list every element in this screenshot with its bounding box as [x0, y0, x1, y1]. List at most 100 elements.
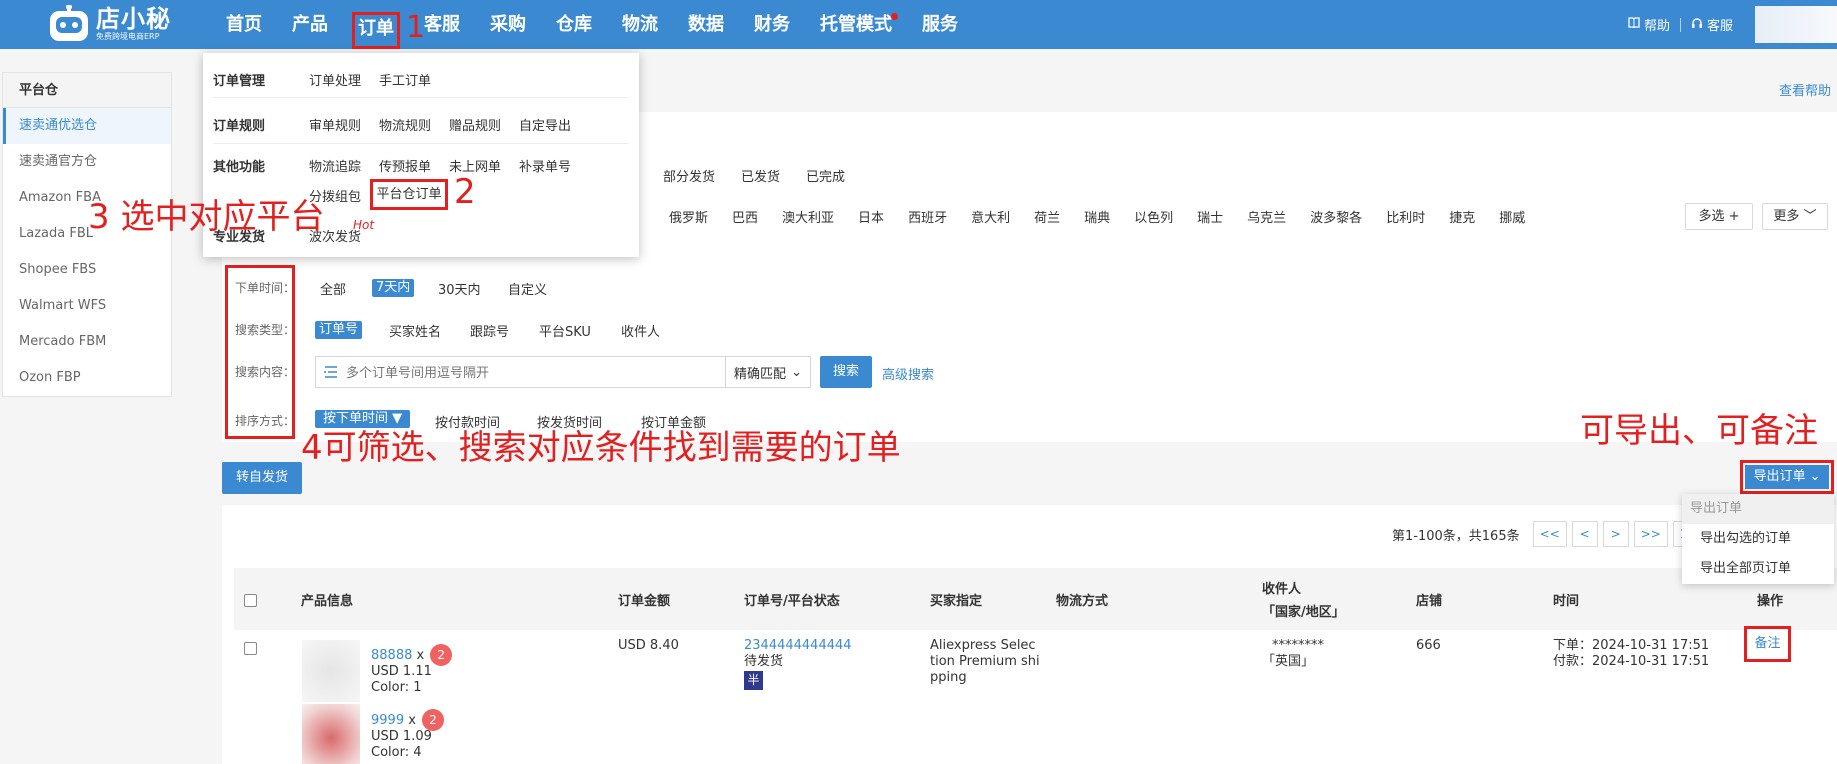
dd-category: 其他功能	[213, 160, 266, 175]
menu-item-review-rules[interactable]: 审单规则	[309, 115, 361, 134]
export-all-option[interactable]: 导出全部页订单	[1682, 554, 1834, 584]
chevron-down-icon: ⌄	[791, 364, 802, 380]
brand-slogan: 免费跨境电商ERP	[96, 32, 160, 41]
nav-logistics[interactable]: 物流	[622, 0, 658, 49]
menu-item-manual-order[interactable]: 手工订单	[379, 70, 431, 89]
nav-home[interactable]: 首页	[226, 0, 262, 49]
annotation-export-box: 导出订单 ⌄	[1740, 460, 1834, 494]
country-option[interactable]: 日本	[858, 207, 884, 226]
country-option[interactable]: 俄罗斯	[669, 207, 708, 226]
menu-item-custom-export[interactable]: 自定导出	[519, 115, 571, 134]
sidebar-item-mercado-fbm[interactable]: Mercado FBM	[3, 324, 171, 360]
note-button[interactable]: 备注	[1744, 626, 1791, 662]
nav-purchase[interactable]: 采购	[490, 0, 526, 49]
menu-item-tracking[interactable]: 物流追踪	[309, 156, 361, 175]
export-menu: 导出订单 导出勾选的订单 导出全部页订单	[1682, 494, 1834, 584]
th-country: 「国家/地区」	[1262, 605, 1345, 620]
sidebar-item-shopee-fbs[interactable]: Shopee FBS	[3, 252, 171, 288]
product-sku-link[interactable]: 88888	[371, 648, 412, 663]
nav-product[interactable]: 产品	[292, 0, 328, 49]
country-option[interactable]: 荷兰	[1034, 207, 1060, 226]
annotation-step-2: 2	[454, 172, 476, 212]
user-avatar[interactable]	[1755, 6, 1837, 43]
search-type-recipient[interactable]: 收件人	[621, 321, 660, 340]
select-all-checkbox[interactable]	[244, 594, 257, 607]
order-time-30days[interactable]: 30天内	[438, 279, 481, 298]
country-option[interactable]: 澳大利亚	[782, 207, 834, 226]
country-option[interactable]: 巴西	[732, 207, 758, 226]
product-sku-link[interactable]: 9999	[371, 713, 404, 728]
buyer-specified-shipping: Aliexpress Selection Premium shipping	[930, 638, 1040, 685]
next-page-button[interactable]: >	[1602, 521, 1629, 547]
country-option[interactable]: 瑞典	[1084, 207, 1110, 226]
th-order-no: 订单号/平台状态	[744, 594, 840, 609]
prev-page-button[interactable]: <	[1571, 521, 1598, 547]
menu-item-pre-report[interactable]: 传预报单	[379, 156, 431, 175]
menu-item-gift-rules[interactable]: 赠品规则	[449, 115, 501, 134]
country-option[interactable]: 瑞士	[1197, 207, 1223, 226]
menu-item-supplement-no[interactable]: 补录单号	[519, 156, 571, 175]
order-time-all[interactable]: 全部	[320, 279, 346, 298]
recipient-name: ********	[1272, 638, 1324, 653]
match-mode-select[interactable]: 精确匹配 ⌄	[725, 357, 810, 387]
nav-data[interactable]: 数据	[688, 0, 724, 49]
export-orders-button[interactable]: 导出订单 ⌄	[1745, 465, 1829, 489]
logo[interactable]: 店小秘 免费跨境电商ERP	[46, 4, 171, 44]
sidebar-item-walmart-wfs[interactable]: Walmart WFS	[3, 288, 171, 324]
nav-services[interactable]: 服务	[922, 0, 958, 49]
search-button[interactable]: 搜索	[820, 356, 872, 388]
sidebar-item-ozon-fbp[interactable]: Ozon FBP	[3, 360, 171, 396]
country-option[interactable]: 挪威	[1499, 207, 1525, 226]
help-button[interactable]: 帮助	[1618, 15, 1680, 34]
view-help-link[interactable]: 查看帮助	[1779, 80, 1831, 99]
menu-item-logistics-rules[interactable]: 物流规则	[379, 115, 431, 134]
search-type-tracking[interactable]: 跟踪号	[470, 321, 509, 340]
chevron-down-icon: ﹀	[1803, 209, 1817, 224]
country-option[interactable]: 波多黎各	[1310, 207, 1362, 226]
product-thumbnail[interactable]	[302, 640, 360, 702]
order-time-7days[interactable]: 7天内	[372, 279, 415, 297]
sidebar-item-aliexpress-official[interactable]: 速卖通官方仓	[3, 144, 171, 180]
product-thumbnail[interactable]	[302, 704, 360, 764]
export-menu-header: 导出订单	[1682, 494, 1834, 524]
country-option[interactable]: 以色列	[1134, 207, 1173, 226]
order-number-link[interactable]: 2344444444444	[744, 638, 852, 654]
product-line: 88888 x2	[371, 644, 453, 666]
tab-shipped[interactable]: 已发货	[741, 166, 780, 185]
search-input[interactable]	[344, 357, 725, 387]
convert-self-ship-button[interactable]: 转自发货	[222, 462, 302, 494]
nav-hosting[interactable]: 托管模式	[820, 0, 898, 49]
nav-warehouse[interactable]: 仓库	[556, 0, 592, 49]
country-option[interactable]: 捷克	[1449, 207, 1475, 226]
nav-order[interactable]: 订单	[352, 12, 400, 49]
menu-item-order-process[interactable]: 订单处理	[309, 70, 361, 89]
country-option[interactable]: 比利时	[1386, 207, 1425, 226]
last-page-button[interactable]: >>	[1633, 521, 1668, 547]
first-page-button[interactable]: <<	[1532, 521, 1567, 547]
tab-partial-shipped[interactable]: 部分发货	[663, 166, 715, 185]
service-button[interactable]: 客服	[1681, 15, 1743, 34]
export-selected-option[interactable]: 导出勾选的订单	[1682, 524, 1834, 554]
order-time-custom[interactable]: 自定义	[508, 279, 547, 298]
country-option[interactable]: 意大利	[971, 207, 1010, 226]
list-icon	[316, 357, 344, 387]
status-tabs: 部分发货 已发货 已完成	[663, 166, 845, 185]
search-type-order-no[interactable]: 订单号	[315, 321, 363, 339]
search-type-sku[interactable]: 平台SKU	[539, 321, 591, 340]
dd-category: 订单规则	[213, 119, 266, 134]
multi-select-button[interactable]: 多选 +	[1685, 203, 1753, 230]
advanced-search-link[interactable]: 高级搜索	[882, 364, 934, 383]
more-button[interactable]: 更多 ﹀	[1762, 203, 1828, 230]
nav-finance[interactable]: 财务	[754, 0, 790, 49]
th-buyer-spec: 买家指定	[930, 594, 983, 609]
qty-multiply: x	[416, 648, 425, 663]
country-option[interactable]: 西班牙	[908, 207, 947, 226]
menu-item-platform-order[interactable]: 平台仓订单	[370, 179, 448, 210]
tab-completed[interactable]: 已完成	[806, 166, 845, 185]
row-checkbox[interactable]	[244, 642, 257, 655]
service-label: 客服	[1706, 19, 1733, 34]
sidebar-item-aliexpress-choice[interactable]: 速卖通优选仓	[3, 108, 171, 144]
search-type-buyer[interactable]: 买家姓名	[389, 321, 441, 340]
nav-service[interactable]: 客服	[424, 0, 460, 49]
country-option[interactable]: 乌克兰	[1247, 207, 1286, 226]
